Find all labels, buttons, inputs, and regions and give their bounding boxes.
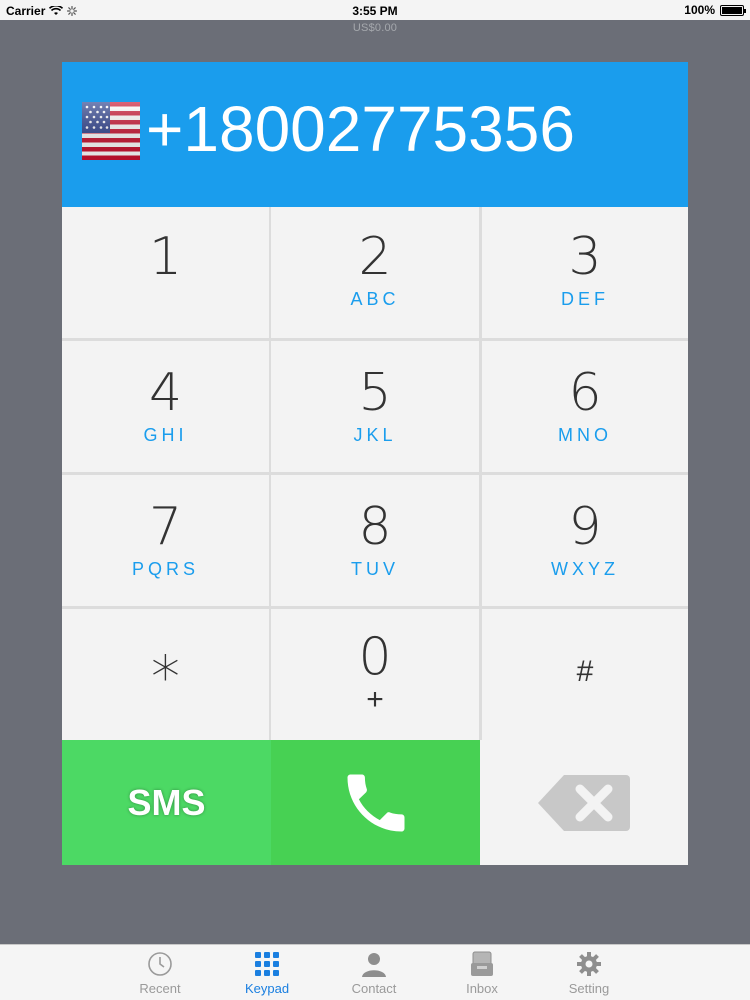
phone-icon bbox=[347, 774, 404, 831]
person-icon bbox=[362, 953, 386, 977]
key-digit: * bbox=[151, 643, 180, 711]
battery-icon bbox=[720, 4, 746, 16]
keypad-icon bbox=[255, 952, 279, 976]
key-digit: 6 bbox=[568, 363, 602, 423]
key-letters: GHI bbox=[143, 425, 188, 445]
status-bar: Carrier 3:55 PM 100% bbox=[0, 0, 750, 20]
gear-icon bbox=[577, 952, 601, 976]
tab-label: Inbox bbox=[466, 981, 498, 996]
key-7[interactable]: 7 PQRS bbox=[62, 475, 269, 606]
key-digit: 8 bbox=[358, 497, 392, 557]
us-flag-icon[interactable] bbox=[82, 102, 140, 160]
balance-label: US$0.00 bbox=[352, 22, 398, 34]
battery-percent: 100% bbox=[684, 3, 715, 17]
call-button[interactable] bbox=[271, 740, 480, 865]
key-digit: 4 bbox=[148, 363, 183, 423]
key-digit: 1 bbox=[148, 227, 183, 287]
key-digit: 9 bbox=[568, 497, 602, 557]
number-display: +18002775356 bbox=[62, 62, 688, 207]
key-0[interactable]: 0 + bbox=[271, 609, 479, 740]
tab-label: Keypad bbox=[244, 981, 290, 996]
key-digit: 5 bbox=[358, 363, 392, 423]
key-letters: DEF bbox=[561, 289, 609, 309]
key-letters: JKL bbox=[353, 425, 397, 445]
status-time: 3:55 PM bbox=[352, 4, 398, 18]
tab-label: Recent bbox=[139, 981, 181, 996]
key-digit: 0 bbox=[358, 627, 392, 687]
key-digit: 7 bbox=[148, 497, 183, 557]
tab-setting[interactable]: Setting bbox=[549, 949, 629, 999]
key-6[interactable]: 6 MNO bbox=[482, 341, 688, 472]
key-3[interactable]: 3 DEF bbox=[482, 207, 688, 338]
key-digit: # bbox=[576, 655, 594, 688]
key-letters: WXYZ bbox=[551, 559, 619, 579]
key-letters: + bbox=[366, 683, 384, 716]
key-hash[interactable]: # bbox=[482, 609, 688, 740]
key-digit: 2 bbox=[358, 227, 392, 287]
tab-bar: Recent Keypad Contact Inbox Setting bbox=[0, 944, 750, 1000]
key-letters: ABC bbox=[350, 289, 400, 309]
dialer-panel: +18002775356 1 2 ABC 3 DEF 4 GHI 5 JKL 6… bbox=[62, 62, 688, 865]
key-letters: MNO bbox=[558, 425, 612, 445]
tab-contact[interactable]: Contact bbox=[334, 949, 414, 999]
tab-label: Contact bbox=[351, 981, 397, 996]
key-letters: TUV bbox=[351, 559, 399, 579]
backspace-icon bbox=[538, 774, 630, 831]
key-letters: PQRS bbox=[131, 559, 199, 579]
tab-keypad[interactable]: Keypad bbox=[227, 949, 307, 999]
tab-inbox[interactable]: Inbox bbox=[442, 949, 522, 999]
battery-indicator: 100% bbox=[684, 3, 746, 17]
key-4[interactable]: 4 GHI bbox=[62, 341, 269, 472]
key-2[interactable]: 2 ABC bbox=[271, 207, 479, 338]
sms-label: SMS bbox=[127, 781, 206, 823]
key-star[interactable]: * bbox=[62, 609, 269, 740]
inbox-icon bbox=[471, 951, 493, 976]
key-digit: 3 bbox=[568, 227, 602, 287]
phone-number-display: +18002775356 bbox=[146, 93, 575, 165]
key-5[interactable]: 5 JKL bbox=[271, 341, 479, 472]
sms-button[interactable]: SMS bbox=[62, 740, 271, 865]
key-9[interactable]: 9 WXYZ bbox=[482, 475, 688, 606]
tab-recent[interactable]: Recent bbox=[120, 949, 200, 999]
delete-button[interactable] bbox=[480, 740, 688, 865]
key-8[interactable]: 8 TUV bbox=[271, 475, 479, 606]
tab-label: Setting bbox=[568, 981, 610, 996]
key-1[interactable]: 1 bbox=[62, 207, 269, 338]
clock-icon bbox=[148, 952, 172, 976]
